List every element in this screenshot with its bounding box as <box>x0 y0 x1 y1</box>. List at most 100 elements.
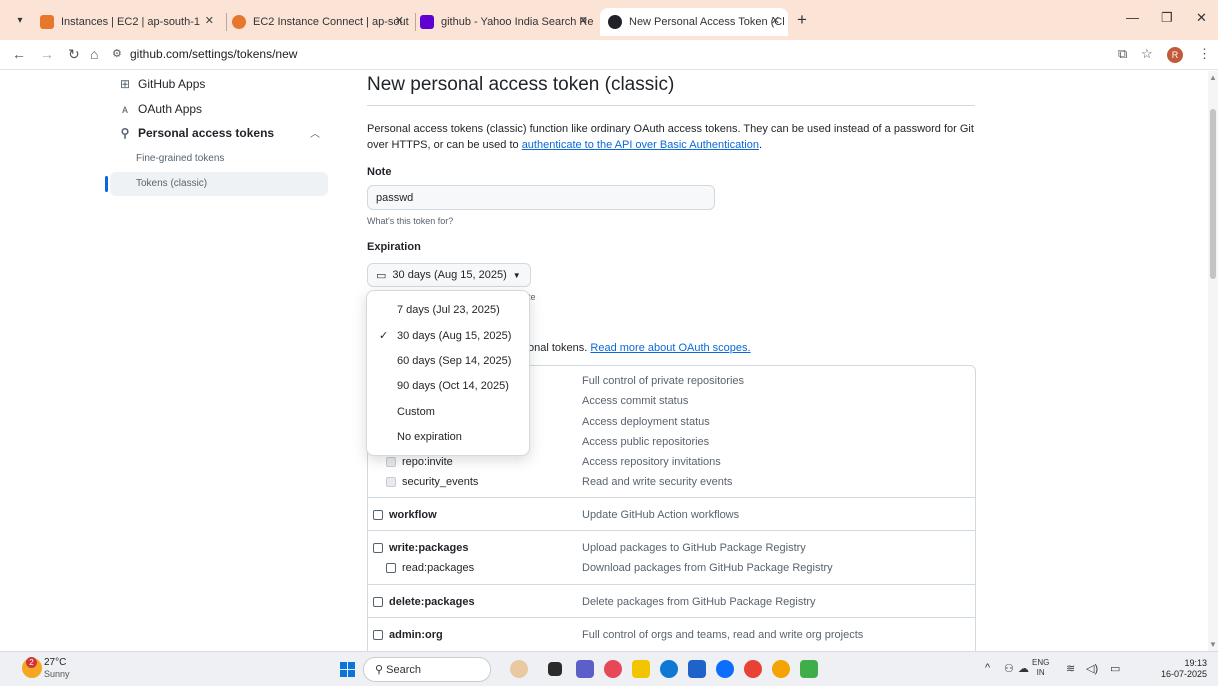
sidebar-item-fine-grained-tokens[interactable]: Fine-grained tokens <box>136 153 224 164</box>
expiration-option-custom[interactable]: Custom <box>367 401 529 423</box>
page-scrollbar[interactable]: ▲ ▼ <box>1208 71 1218 651</box>
browser-menu-icon[interactable]: ⋮ <box>1198 46 1211 62</box>
language-indicator[interactable]: ENG IN <box>1032 658 1049 678</box>
title-divider <box>367 105 975 106</box>
expiration-select[interactable]: ▭ 30 days (Aug 15, 2025) ▼ <box>367 263 531 287</box>
scope-security-events[interactable]: security_events <box>386 476 478 488</box>
scope-write-packages[interactable]: write:packages <box>373 542 468 554</box>
scope-row-admin-org: admin:org Full control of orgs and teams… <box>368 617 975 651</box>
expiration-option-no-expiration[interactable]: No expiration <box>367 426 529 448</box>
sidebar-item-oauth-apps[interactable]: ᴀ OAuth Apps <box>118 102 202 116</box>
show-hidden-icons[interactable]: ^ <box>985 662 990 674</box>
sidebar-item-label: Personal access tokens <box>138 126 275 140</box>
chrome-icon[interactable] <box>744 660 762 678</box>
teams-icon[interactable] <box>576 660 594 678</box>
cloud-icon[interactable]: ☁ <box>1018 662 1029 675</box>
dell-icon[interactable] <box>716 660 734 678</box>
oauth-scopes-link[interactable]: Read more about OAuth scopes. <box>590 342 750 354</box>
tab-yahoo-search[interactable]: github - Yahoo India Search Re ✕ <box>420 8 596 36</box>
scope-admin-org[interactable]: admin:org <box>373 629 443 641</box>
store-icon[interactable] <box>688 660 706 678</box>
github-favicon-icon <box>608 15 622 29</box>
tab-search-menu[interactable]: ▾ <box>10 12 30 30</box>
bookmark-star-icon[interactable]: ☆ <box>1141 46 1153 62</box>
taskbar-search[interactable]: ⚲ Search <box>363 657 491 682</box>
checkbox-icon[interactable] <box>373 630 383 640</box>
cast-icon[interactable]: ⧉ <box>1118 46 1127 62</box>
task-view-icon[interactable] <box>548 662 562 676</box>
forward-icon[interactable]: → <box>40 46 54 62</box>
restore-icon[interactable]: ❐ <box>1161 10 1173 26</box>
sidebar-item-github-apps[interactable]: ⊞ GitHub Apps <box>118 77 205 91</box>
back-icon[interactable]: ← <box>12 46 26 62</box>
sidebar-item-personal-access-tokens[interactable]: ⚲ Personal access tokens <box>118 126 274 140</box>
tab-ec2-connect[interactable]: EC2 Instance Connect | ap-sout ✕ <box>232 8 412 36</box>
edge-icon[interactable] <box>660 660 678 678</box>
scroll-down-icon[interactable]: ▼ <box>1209 640 1217 649</box>
windows-start-icon[interactable] <box>340 662 355 677</box>
expiration-label: Expiration <box>367 241 421 253</box>
scope-repo-invite[interactable]: repo:invite <box>386 456 453 468</box>
scope-description: Access commit status <box>582 395 689 407</box>
weather-temperature[interactable]: 27°C <box>44 657 66 668</box>
chevron-up-icon[interactable]: ︿ <box>310 125 320 140</box>
expiration-option-30-days[interactable]: ✓ 30 days (Aug 15, 2025) <box>367 325 529 347</box>
chrome-profile-icon[interactable] <box>772 660 790 678</box>
scope-description: Full control of private repositories <box>582 375 745 387</box>
close-tab-icon[interactable]: ✕ <box>395 14 404 27</box>
caret-down-icon: ▼ <box>512 270 521 280</box>
profile-avatar[interactable]: R <box>1167 47 1183 63</box>
tab-title: EC2 Instance Connect | ap-sout <box>253 16 409 28</box>
copilot-icon[interactable] <box>604 660 622 678</box>
minimize-icon[interactable]: — <box>1126 10 1139 25</box>
scrollbar-thumb[interactable] <box>1210 109 1216 279</box>
expiration-option-7-days[interactable]: 7 days (Jul 23, 2025) <box>367 299 529 321</box>
home-icon[interactable]: ⌂ <box>90 46 98 62</box>
scope-description: Update GitHub Action workflows <box>582 509 740 521</box>
basic-auth-link[interactable]: authenticate to the API over Basic Authe… <box>522 139 759 151</box>
close-tab-icon[interactable]: ✕ <box>771 14 780 27</box>
close-window-icon[interactable]: ✕ <box>1196 10 1207 26</box>
wifi-icon[interactable]: ≋ <box>1066 662 1075 675</box>
github-page: ⊞ GitHub Apps ᴀ OAuth Apps ⚲ Personal ac… <box>0 71 1208 651</box>
expiration-option-90-days[interactable]: 90 days (Oct 14, 2025) <box>367 375 529 397</box>
tab-ec2-instances[interactable]: Instances | EC2 | ap-south-1 ✕ <box>40 8 222 36</box>
note-input[interactable]: passwd <box>367 185 715 210</box>
reload-icon[interactable]: ↻ <box>68 46 80 63</box>
sidebar-active-indicator <box>105 176 108 192</box>
scopes-intro-partial: onal tokens. Read more about OAuth scope… <box>528 342 751 354</box>
scope-row-write-packages: write:packages Upload packages to GitHub… <box>368 530 975 584</box>
volume-icon[interactable]: ◁) <box>1086 662 1098 675</box>
file-explorer-icon[interactable] <box>632 660 650 678</box>
scope-row-workflow: workflow Update GitHub Action workflows <box>368 497 975 530</box>
url-bar[interactable]: github.com/settings/tokens/new <box>130 47 297 61</box>
checkbox-icon[interactable] <box>386 477 396 487</box>
checkbox-icon[interactable] <box>373 543 383 553</box>
checkbox-icon[interactable] <box>373 597 383 607</box>
site-info-icon[interactable]: ⚙ <box>112 47 122 60</box>
expiration-dropdown: 7 days (Jul 23, 2025) ✓ 30 days (Aug 15,… <box>366 290 530 456</box>
close-tab-icon[interactable]: ✕ <box>579 14 588 27</box>
expiration-option-60-days[interactable]: 60 days (Sep 14, 2025) <box>367 350 529 372</box>
scope-workflow[interactable]: workflow <box>373 509 437 521</box>
tab-new-token[interactable]: New Personal Access Token (Cl ✕ <box>600 8 788 36</box>
scope-description: Read and write security events <box>582 476 733 488</box>
sidebar-item-tokens-classic[interactable]: Tokens (classic) <box>136 178 207 189</box>
battery-icon[interactable]: ▭ <box>1110 662 1120 675</box>
calendar-icon: ▭ <box>376 269 387 282</box>
checkbox-icon[interactable] <box>386 457 396 467</box>
network-icon[interactable]: ⚇ <box>1004 662 1014 675</box>
scroll-up-icon[interactable]: ▲ <box>1209 73 1217 82</box>
scope-read-packages[interactable]: read:packages <box>386 562 474 574</box>
checkmark-icon: ✓ <box>379 330 389 342</box>
grid-icon: ⊞ <box>119 77 131 91</box>
copilot-people-icon[interactable] <box>510 660 528 678</box>
checkbox-icon[interactable] <box>386 563 396 573</box>
close-tab-icon[interactable]: ✕ <box>205 14 214 27</box>
app-icon[interactable] <box>800 660 818 678</box>
new-tab-button[interactable]: + <box>797 10 807 30</box>
checkbox-icon[interactable] <box>373 510 383 520</box>
system-clock[interactable]: 19:13 16-07-2025 <box>1155 658 1207 680</box>
scope-delete-packages[interactable]: delete:packages <box>373 596 475 608</box>
browser-tab-strip: ▾ Instances | EC2 | ap-south-1 ✕ EC2 Ins… <box>0 0 1218 40</box>
